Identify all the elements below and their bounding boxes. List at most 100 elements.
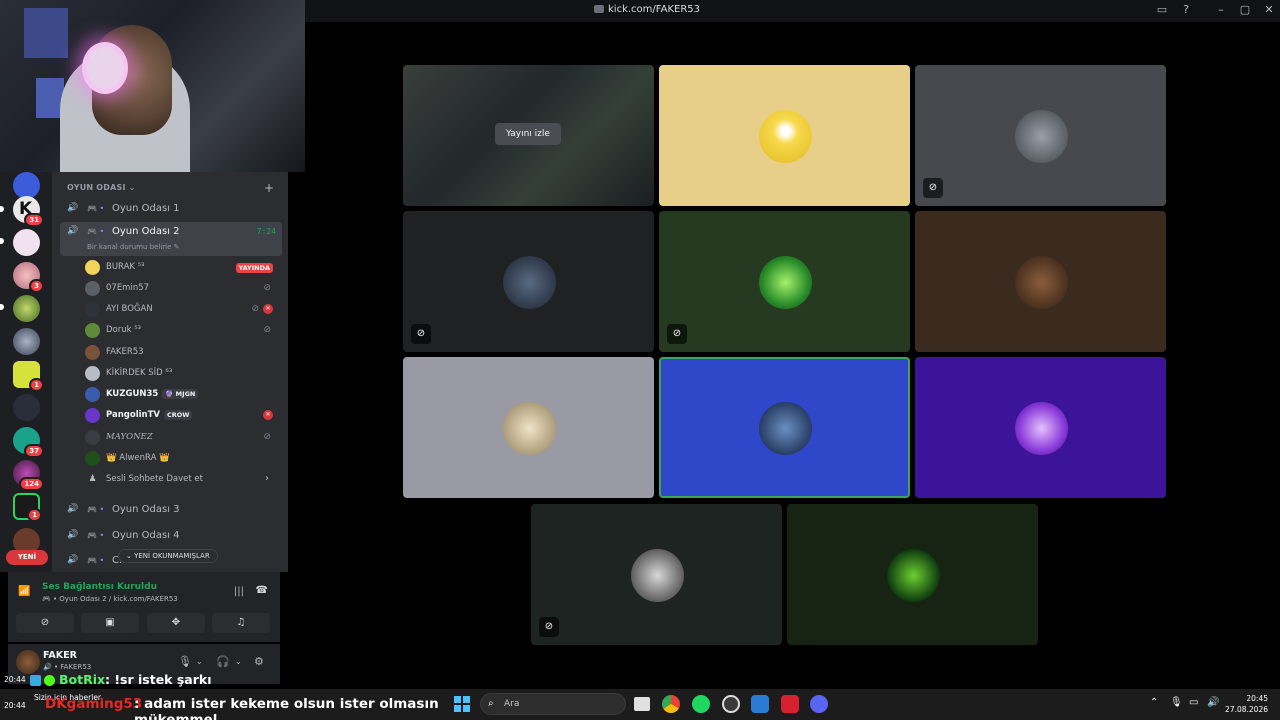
minimize-button[interactable]: –: [1213, 3, 1229, 16]
server-icon[interactable]: [13, 394, 40, 421]
participant-tile[interactable]: [915, 211, 1166, 352]
activities-button[interactable]: ✥: [147, 613, 205, 633]
watch-stream-button[interactable]: Yayını izle: [495, 123, 561, 145]
voice-user[interactable]: FAKER53: [85, 343, 281, 363]
avatar: [502, 255, 556, 309]
voice-user[interactable]: KİKİRDEK SİD ⁶³: [85, 364, 281, 384]
invite-to-voice[interactable]: ♟ Sesli Sohbete Davet et ›: [85, 470, 281, 490]
deafened-icon: ✕: [263, 304, 273, 314]
channel-timer: 7:24: [256, 227, 276, 236]
avatar: [85, 387, 100, 402]
participant-tile[interactable]: ⊘: [531, 504, 782, 645]
speaker-icon: 🔊: [67, 530, 79, 540]
inbox-icon[interactable]: ▭: [1154, 3, 1170, 16]
avatar: [85, 408, 100, 423]
photos-icon[interactable]: [751, 695, 769, 713]
chevron-down-icon[interactable]: ⌄: [196, 657, 203, 666]
chrome-icon[interactable]: [662, 695, 680, 713]
user-name: PangolinTV CROW: [106, 410, 193, 420]
voice-channel[interactable]: 🔊 🎮 • Oyun Odası 4: [60, 526, 282, 546]
voice-user[interactable]: 07Emin57 ⊘: [85, 279, 281, 299]
voice-user[interactable]: Doruk ⁵³ ⊘: [85, 321, 281, 341]
deafened-icon: ✕: [263, 410, 273, 420]
settings-gear-icon[interactable]: ⚙: [254, 655, 264, 668]
server-icon[interactable]: 37: [13, 427, 44, 458]
voice-user[interactable]: AYI BOĞAN ⊘ ✕: [85, 300, 281, 320]
steam-icon[interactable]: [722, 695, 740, 713]
taskbar-search[interactable]: ⌕ Ara: [480, 693, 626, 715]
help-icon[interactable]: ?: [1178, 3, 1194, 16]
voice-user[interactable]: BURAK ⁵³ YAYINDA: [85, 258, 281, 278]
avatar: [630, 548, 684, 602]
category-header[interactable]: OYUN ODASI ⌄: [67, 183, 136, 192]
avatar: [1014, 255, 1068, 309]
disconnect-icon[interactable]: ☎: [256, 585, 268, 596]
start-button[interactable]: [454, 696, 470, 712]
close-button[interactable]: ✕: [1261, 3, 1277, 16]
participant-tile[interactable]: [659, 65, 910, 206]
headphones-icon[interactable]: 🎧: [216, 655, 230, 668]
microphone-icon[interactable]: 🎙: [1170, 697, 1183, 708]
new-unread-badge[interactable]: YENİ: [6, 550, 48, 565]
microphone-icon[interactable]: 🎙: [178, 655, 192, 668]
discord-icon[interactable]: [810, 695, 828, 713]
channel-status[interactable]: Bir kanal durumu belirle ✎: [87, 243, 180, 251]
avatar: [85, 281, 100, 296]
participant-tile[interactable]: ⊘: [915, 65, 1166, 206]
server-icon[interactable]: K 31: [13, 196, 44, 227]
voice-status[interactable]: Ses Bağlantısı Kuruldu: [42, 582, 157, 592]
gamepad-icon: 🎮 •: [87, 505, 105, 514]
avatar[interactable]: [16, 650, 40, 674]
participant-tile[interactable]: [787, 504, 1038, 645]
maximize-button[interactable]: ▢: [1237, 3, 1253, 16]
server-icon[interactable]: [13, 172, 40, 199]
obs-icon[interactable]: [781, 695, 799, 713]
voice-channel[interactable]: 🔊 🎮 • Oyun Odası 3: [60, 500, 282, 520]
voice-user[interactable]: MAYONEZ ⊘: [85, 428, 281, 448]
voice-user[interactable]: PangolinTV CROW ✕: [85, 406, 281, 426]
chevron-down-icon[interactable]: ⌄: [235, 657, 242, 666]
unread-messages-pill[interactable]: ⌄ YENİ OKUNMAMIŞLAR: [118, 549, 218, 563]
spotify-icon[interactable]: [692, 695, 710, 713]
server-icon[interactable]: 3: [13, 262, 44, 293]
gamepad-icon: 🎮 •: [87, 204, 105, 213]
mic-muted-icon: ⊘: [411, 324, 431, 344]
add-channel-icon[interactable]: +: [264, 181, 274, 195]
screen-share-button[interactable]: ▣: [81, 613, 139, 633]
file-explorer-icon[interactable]: [634, 697, 650, 711]
participant-tile-speaking[interactable]: [659, 357, 910, 498]
voice-user[interactable]: 👑 AlwenRA 👑: [85, 449, 281, 469]
volume-icon[interactable]: 🔊: [1207, 697, 1219, 708]
chevron-up-icon[interactable]: ⌃: [1150, 697, 1158, 708]
stream-tile[interactable]: Yayını izle: [403, 65, 654, 206]
soundboard-button[interactable]: ♫: [212, 613, 270, 633]
avatar: [85, 430, 100, 445]
avatar: [85, 451, 100, 466]
participant-tile[interactable]: [403, 357, 654, 498]
voice-user[interactable]: KUZGUN35 🔮 MJGN: [85, 385, 281, 405]
noise-suppression-icon[interactable]: |||: [234, 586, 244, 597]
server-icon[interactable]: [13, 328, 40, 355]
server-icon[interactable]: 1: [13, 493, 42, 522]
participant-tile[interactable]: [915, 357, 1166, 498]
mic-muted-icon: ⊘: [923, 178, 943, 198]
window-title: kick.com/FAKER53: [594, 4, 700, 15]
headset-glow: [82, 42, 128, 94]
chat-message: 20:44 BotRix : !sr istek şarkı: [4, 672, 212, 687]
camera-button[interactable]: ⊘: [16, 613, 74, 633]
voice-channel-active[interactable]: 🔊 🎮 • Oyun Odası 2 7:24 Bir kanal durumu…: [60, 222, 282, 256]
participant-tile[interactable]: ⊘: [403, 211, 654, 352]
participant-tile[interactable]: ⊘: [659, 211, 910, 352]
voice-location[interactable]: 🎮 • Oyun Odası 2 / kick.com/FAKER53: [42, 595, 178, 603]
network-icon[interactable]: ▭: [1189, 697, 1198, 708]
server-icon[interactable]: [13, 295, 40, 322]
mention-badge: 37: [24, 444, 44, 458]
avatar: [1014, 109, 1068, 163]
speaker-icon: 🔊: [67, 226, 79, 236]
server-icon[interactable]: [13, 229, 40, 256]
system-clock[interactable]: 20:45 27.08.2026: [1225, 693, 1268, 715]
server-icon[interactable]: 1: [13, 361, 44, 392]
server-rail: K 31 3 1 37 124 1: [0, 172, 52, 572]
server-icon[interactable]: 124: [13, 460, 44, 491]
voice-channel[interactable]: 🔊 🎮 • Oyun Odası 1: [60, 199, 282, 219]
